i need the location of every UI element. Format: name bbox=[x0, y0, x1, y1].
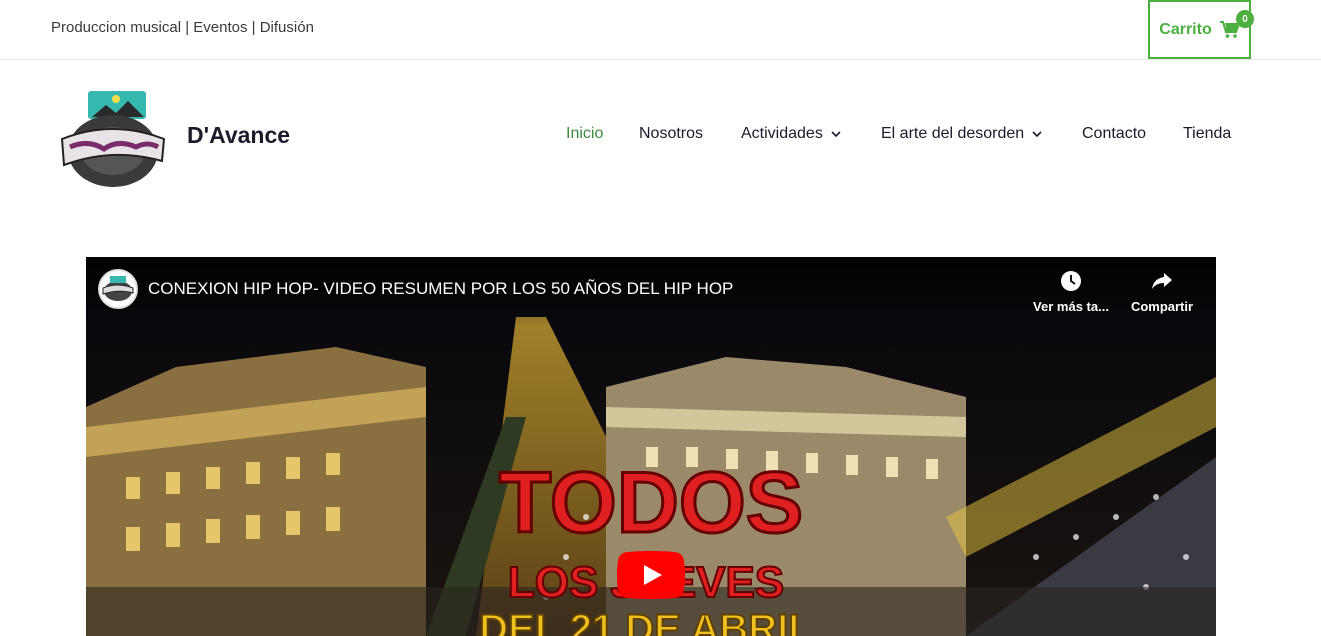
youtube-video-embed[interactable]: TODOS LOS JUEVES DEL 21 DE ABRIL CONEXIO… bbox=[86, 257, 1216, 636]
main-navigation: Inicio Nosotros Actividades El arte del … bbox=[0, 125, 1321, 149]
nav-item-inicio[interactable]: Inicio bbox=[566, 125, 603, 143]
play-button-icon[interactable] bbox=[617, 551, 685, 599]
chevron-down-icon bbox=[831, 131, 841, 138]
cart-button[interactable]: Carrito bbox=[1148, 0, 1251, 59]
nav-item-actividades[interactable]: Actividades bbox=[741, 125, 841, 143]
share-label: Compartir bbox=[1130, 299, 1194, 314]
clock-icon bbox=[1061, 271, 1081, 291]
video-title[interactable]: CONEXION HIP HOP- VIDEO RESUMEN POR LOS … bbox=[148, 279, 733, 299]
share-button[interactable]: Compartir bbox=[1117, 269, 1207, 314]
share-arrow-icon bbox=[1152, 273, 1172, 289]
watch-later-button[interactable]: Ver más ta... bbox=[1026, 269, 1116, 314]
top-bar: Produccion musical | Eventos | Difusión … bbox=[0, 0, 1321, 60]
channel-avatar[interactable] bbox=[98, 269, 138, 309]
nav-item-tienda[interactable]: Tienda bbox=[1183, 125, 1231, 143]
nav-item-contacto[interactable]: Contacto bbox=[1082, 125, 1146, 143]
video-overlay-text: TODOS bbox=[499, 455, 803, 551]
nav-label: Inicio bbox=[566, 125, 604, 142]
site-header: D'Avance Inicio Nosotros Actividades El … bbox=[0, 61, 1321, 211]
channel-logo-icon bbox=[100, 271, 136, 307]
video-overlay-text: DEL 21 DE ABRIL bbox=[479, 607, 812, 636]
tagline: Produccion musical | Eventos | Difusión bbox=[51, 19, 314, 36]
watch-later-label: Ver más ta... bbox=[1033, 299, 1109, 314]
nav-label: Contacto bbox=[1082, 125, 1147, 142]
cart-label: Carrito bbox=[1159, 20, 1212, 38]
nav-label: Actividades bbox=[741, 125, 823, 142]
cart-count-badge: 0 bbox=[1236, 10, 1254, 28]
nav-item-el-arte-del-desorden[interactable]: El arte del desorden bbox=[881, 125, 1042, 143]
nav-item-nosotros[interactable]: Nosotros bbox=[639, 125, 703, 143]
nav-label: Nosotros bbox=[639, 125, 704, 142]
nav-label: Tienda bbox=[1183, 125, 1232, 142]
chevron-down-icon bbox=[1032, 131, 1042, 138]
nav-label: El arte del desorden bbox=[881, 125, 1025, 142]
